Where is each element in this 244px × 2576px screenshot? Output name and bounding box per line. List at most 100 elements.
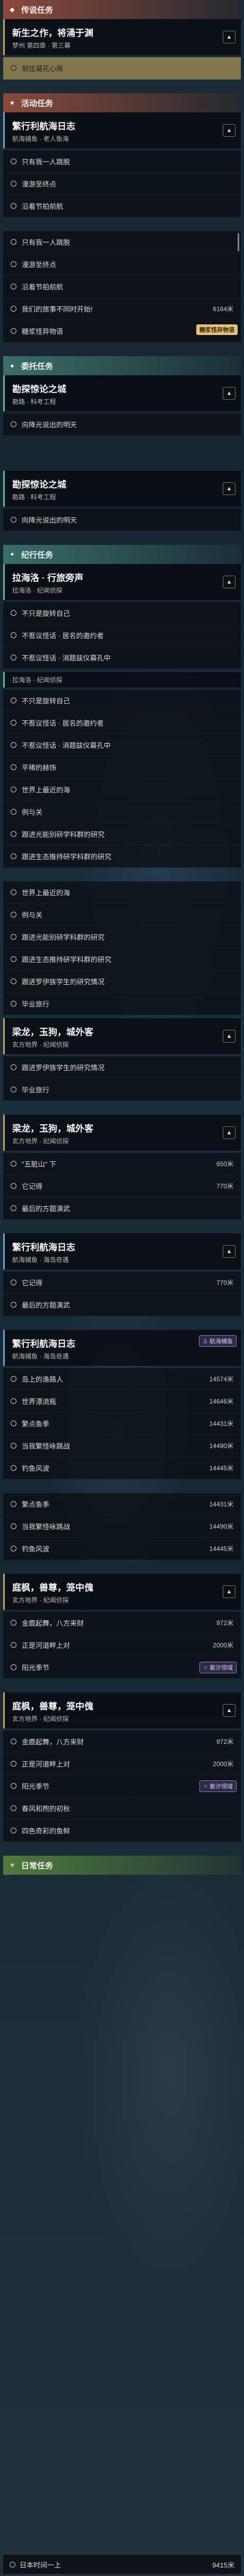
chevron-up-icon[interactable]: ▲ (223, 1126, 236, 1139)
quest-tag[interactable]: ✧ 紫汐领域 (199, 1780, 237, 1792)
objective-item[interactable]: 不惹议怪话 · 居名的邀约者 (3, 712, 241, 734)
section-side-header[interactable]: ● 委托任务 (3, 356, 241, 375)
objective-item[interactable]: 向降光说出的明天 (3, 509, 241, 531)
objective-item[interactable]: 当我繁怪咏跳战 14490米 (3, 1515, 241, 1538)
objective-item[interactable]: 跟进生态推持研学科群的研究 (3, 845, 241, 868)
objective-item[interactable]: 跟进光能别研学科群的研究 (3, 823, 241, 845)
objective-item[interactable]: 最后的方题演武 (3, 1294, 241, 1316)
pinned-tag[interactable]: 糖浆怪异物语 (196, 324, 238, 335)
quest-card[interactable]: 庭枫，兽尊，笼中傀 玄方地界 · 纪闻侦探 ▲ (3, 1692, 241, 1728)
objective-item[interactable]: 世界上最近的海 (3, 881, 241, 904)
event-icon: ★ (9, 99, 15, 107)
objective-item[interactable]: 跟进生态推持研学科群的研究 (3, 948, 241, 971)
objective-item[interactable]: 不惹议怪话 · 消题兹仪幕孔中 (3, 734, 241, 756)
objective-item[interactable]: 沿着节拍前航 (3, 276, 241, 298)
quest-card[interactable]: 梁龙，玉狗，城外客 玄方地界 · 纪闻侦探 ▲ (3, 1018, 241, 1054)
objective-item[interactable]: 当我繁怪咏跳战 14490米 (3, 1435, 241, 1457)
objective-item[interactable]: 正是河道畔上对 2000米 (3, 1634, 241, 1656)
objective-item[interactable]: 它记得 770米 (3, 1175, 241, 1197)
chevron-up-icon[interactable]: ▲ (223, 576, 236, 588)
objective-item[interactable]: 漫游至终点 (3, 253, 241, 276)
quest-card[interactable]: 繁行利航海日志 航海捕鱼 · 老人鱼海 ▲ (3, 112, 241, 148)
quest-tag[interactable]: ✧ 紫汐领域 (199, 1662, 237, 1673)
objective-item[interactable]: 世界上最近的海 (3, 779, 241, 801)
chevron-up-icon[interactable]: ▲ (223, 1585, 236, 1598)
quest-card[interactable]: 繁行利航海日志 航海捕鱼 · 海岛奇遇 ⚓ 航海捕鱼 (3, 1330, 241, 1366)
objective-item[interactable]: 只有我一人跳脱 (3, 151, 241, 173)
objective-item[interactable]: 春风和煦的初秋 (3, 1797, 241, 1820)
chevron-up-icon[interactable]: ▲ (223, 1704, 236, 1717)
objective-item[interactable]: 糖浆怪异物语 糖浆怪异物语 (3, 320, 241, 342)
quest-card[interactable]: 梁龙，玉狗，城外客 玄方地界 · 纪闻侦探 ▲ (3, 1115, 241, 1151)
objective-item[interactable]: 跟进光能别研学科群的研究 (3, 926, 241, 948)
objective-item[interactable]: 不只是旋转自己 (3, 690, 241, 712)
objective-list: 不只是旋转自己 不惹议怪话 · 居名的邀约者 不惹议怪话 · 消题兹仪幕孔中 平… (3, 690, 241, 868)
objective-item[interactable]: 岛上的渔路人 14574米 (3, 1368, 241, 1390)
objective-item[interactable]: 金鹿起舞，八方来财 972米 (3, 1731, 241, 1753)
quest-sub: 梦州 第四章 · 第三幕 (12, 42, 71, 49)
objective-item[interactable]: 我们的旅事不同时开始! 6164米 (3, 298, 241, 320)
objective-item[interactable]: 例与关 (3, 801, 241, 823)
star-icon: ✧ (203, 1664, 208, 1671)
objective-item[interactable]: 不惹议怪话 · 消题兹仪幕孔中 (3, 647, 241, 669)
objective-item[interactable]: 繁点鱼季 14431米 (3, 1413, 241, 1435)
objective-item[interactable]: 正是河道畔上对 2000米 (3, 1753, 241, 1775)
legend-icon: ◆ (10, 6, 15, 13)
daily-item[interactable]: 日本时间一上 9415米 (3, 2555, 241, 2574)
daily-icon: ☀ (9, 1862, 15, 1869)
objective-item[interactable]: 阳光季节 ✧ 紫汐领域 (3, 1775, 241, 1797)
objective-item[interactable]: 金鹿起舞，八方来财 972米 (3, 1612, 241, 1634)
objective-item[interactable]: 不只是旋转自己 (3, 602, 241, 624)
quest-card[interactable]: 庭枫，兽尊，笼中傀 玄方地界 · 纪闻侦探 ▲ (3, 1574, 241, 1610)
objective-list: "五脏山" 下 650米 它记得 770米 最后的方题演武 (3, 1153, 241, 1220)
objective-item[interactable]: 不惹议怪话 · 居名的邀约者 (3, 624, 241, 647)
quest-card[interactable]: 繁行利航海日志 航海捕鱼 · 海岛奇遇 ▲ (3, 1233, 241, 1269)
objective-list: 它记得 770米 最后的方题演武 (3, 1272, 241, 1316)
objective-list: 跟进罗伊族学生的研究情况 毕业旅行 (3, 1056, 241, 1101)
quest-card[interactable]: 勘探惊论之城 勘路 · 科考工程 ▲ (3, 471, 241, 507)
objective-list: 繁点鱼季 14431米 当我繁怪咏跳战 14490米 钓鱼风波 14445米 (3, 1493, 241, 1560)
quest-title: 新生之作，将涌于渊 (12, 28, 93, 38)
objective-item[interactable]: 四色奇彩的鱼鲜 (3, 1820, 241, 1842)
objective-list: 金鹿起舞，八方来财 972米 正是河道畔上对 2000米 阳光季节 ✧ 紫汐领域 (3, 1612, 241, 1679)
objective-item[interactable]: 只有我一人跳脱 (3, 231, 241, 253)
objective-item[interactable]: 沿着节拍前航 (3, 195, 241, 217)
chevron-up-icon[interactable]: ▲ (223, 1030, 236, 1043)
objective-item[interactable]: 前往凝花心阁 (3, 57, 241, 80)
section-daily-header[interactable]: ☀ 日常任务 (3, 1856, 241, 1875)
objective-item[interactable]: 例与关 (3, 904, 241, 926)
objective-item[interactable]: 毕业旅行 (3, 993, 241, 1015)
objective-list: 只有我一人跳脱 漫游至终点 沿着节拍前航 (3, 151, 241, 217)
quest-tag[interactable]: ⚓ 航海捕鱼 (199, 1335, 237, 1347)
objective-item[interactable]: 阳光季节 ✧ 紫汐领域 (3, 1656, 241, 1679)
objective-item[interactable]: 繁点鱼季 14431米 (3, 1493, 241, 1515)
quest-legend[interactable]: 新生之作，将涌于渊 梦州 第四章 · 第三幕 ▲ (3, 19, 241, 55)
objective-item[interactable]: 它记得 770米 (3, 1272, 241, 1294)
objective-item[interactable]: 向降光说出的明天 (3, 413, 241, 436)
objective-item[interactable]: "五脏山" 下 650米 (3, 1153, 241, 1175)
chevron-up-icon[interactable]: ▲ (223, 1245, 236, 1258)
section-world-header[interactable]: ✦ 纪行任务 (3, 545, 241, 564)
section-legend-header[interactable]: ◆ 传说任务 (3, 0, 241, 19)
objective-list: 向降光说出的明天 (3, 509, 241, 531)
objective-item[interactable]: 世界漂流瓶 14646米 (3, 1390, 241, 1413)
chevron-up-icon[interactable]: ▲ (223, 31, 236, 43)
anchor-icon: ⚓ (203, 1338, 208, 1345)
objective-item[interactable]: 漫游至终点 (3, 173, 241, 195)
objective-item[interactable]: 跟进罗伊族学生的研究情况 (3, 971, 241, 993)
objective-item[interactable]: 最后的方题演武 (3, 1197, 241, 1220)
objective-item[interactable]: 钓鱼风波 14445米 (3, 1538, 241, 1560)
objective-item[interactable]: 毕业旅行 (3, 1079, 241, 1101)
section-event-header[interactable]: ★ 活动任务 (3, 93, 241, 112)
chevron-up-icon[interactable]: ▲ (223, 482, 236, 495)
chevron-up-icon[interactable]: ▲ (223, 387, 236, 400)
quest-card[interactable]: 勘探惊论之城 勘路 · 科考工程 ▲ (3, 375, 241, 411)
objective-list: 前往凝花心阁 (3, 57, 241, 80)
objective-item[interactable]: 平稀的赫饰 (3, 756, 241, 779)
objective-item[interactable]: 跟进罗伊族学生的研究情况 (3, 1056, 241, 1079)
objective-item[interactable]: 钓鱼风波 14445米 (3, 1457, 241, 1479)
quest-card[interactable]: 拉海洛 · 纪闻侦探 (3, 672, 241, 687)
chevron-up-icon[interactable]: ▲ (223, 124, 236, 137)
quest-card[interactable]: 拉海洛 · 行旅旁声 拉海洛 · 纪闻侦探 ▲ (3, 564, 241, 600)
objective-list: 世界上最近的海 例与关 跟进光能别研学科群的研究 跟进生态推持研学科群的研究 跟… (3, 881, 241, 1015)
